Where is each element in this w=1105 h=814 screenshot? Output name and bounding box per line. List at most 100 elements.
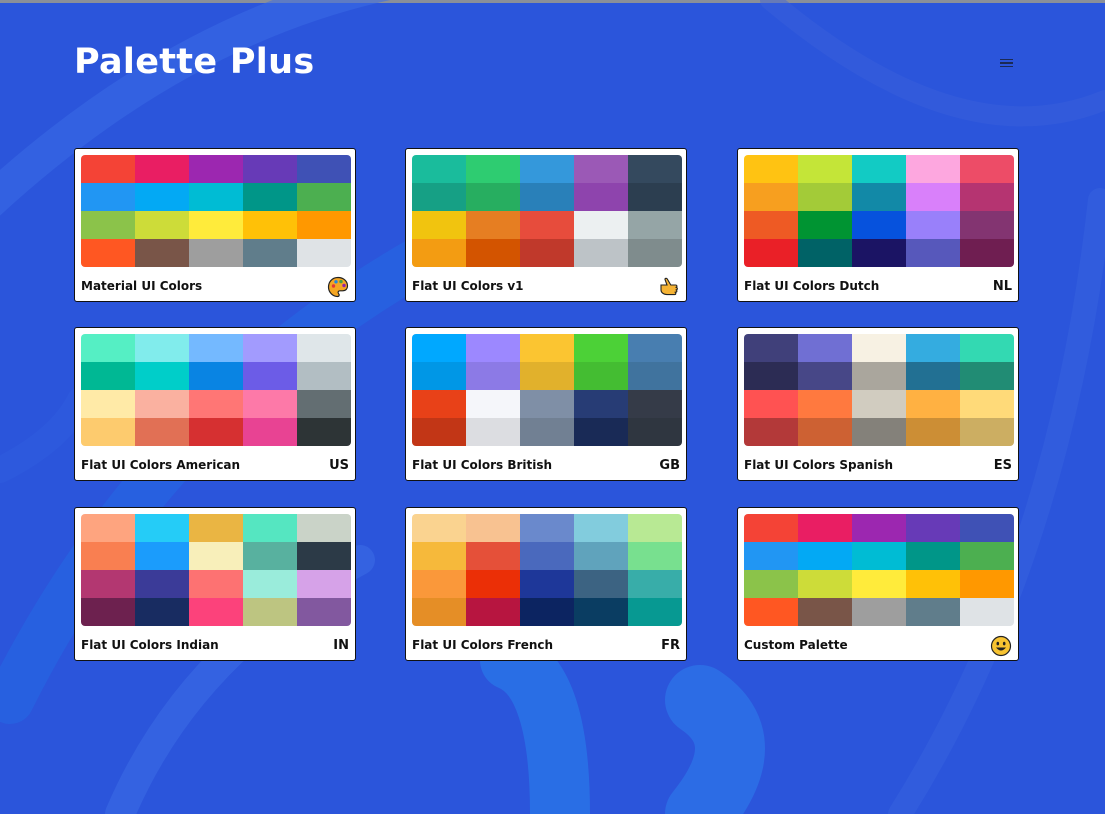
color-swatch: [466, 514, 520, 542]
color-swatch: [852, 390, 906, 418]
color-swatch: [243, 570, 297, 598]
color-swatch: [135, 155, 189, 183]
color-swatch: [906, 570, 960, 598]
color-swatch: [744, 334, 798, 362]
color-swatch: [960, 390, 1014, 418]
color-swatch: [628, 390, 682, 418]
color-swatch: [412, 570, 466, 598]
color-swatch: [466, 570, 520, 598]
color-swatch: [243, 155, 297, 183]
color-swatch: [189, 183, 243, 211]
color-swatch: [81, 418, 135, 446]
color-swatch: [798, 542, 852, 570]
color-swatch: [81, 155, 135, 183]
color-swatch: [906, 542, 960, 570]
color-swatch: [960, 418, 1014, 446]
palette-swatches: [744, 514, 1014, 626]
color-swatch: [574, 183, 628, 211]
palette-swatches: [412, 155, 682, 267]
color-swatch: [243, 514, 297, 542]
color-swatch: [297, 211, 351, 239]
palette-card-custom[interactable]: Custom Palette: [737, 507, 1019, 661]
palette-card-spanish[interactable]: Flat UI Colors Spanish ES: [737, 327, 1019, 481]
country-code-badge: ES: [993, 458, 1012, 473]
color-swatch: [297, 542, 351, 570]
color-swatch: [798, 418, 852, 446]
color-swatch: [520, 514, 574, 542]
color-swatch: [574, 334, 628, 362]
palette-name: Flat UI Colors British: [412, 458, 553, 472]
color-swatch: [297, 334, 351, 362]
color-swatch: [243, 542, 297, 570]
color-swatch: [297, 570, 351, 598]
color-swatch: [744, 183, 798, 211]
palette-card-indian[interactable]: Flat UI Colors Indian IN: [74, 507, 356, 661]
palette-card-british[interactable]: Flat UI Colors British GB: [405, 327, 687, 481]
palette-card-american[interactable]: Flat UI Colors American US: [74, 327, 356, 481]
palette-card-flat-v1[interactable]: Flat UI Colors v1: [405, 148, 687, 302]
color-swatch: [135, 542, 189, 570]
color-swatch: [81, 334, 135, 362]
palette-name: Flat UI Colors Spanish: [744, 458, 894, 472]
color-swatch: [466, 183, 520, 211]
color-swatch: [852, 598, 906, 626]
color-swatch: [466, 211, 520, 239]
color-swatch: [466, 390, 520, 418]
color-swatch: [574, 390, 628, 418]
palette-card-french[interactable]: Flat UI Colors French FR: [405, 507, 687, 661]
color-swatch: [798, 183, 852, 211]
color-swatch: [798, 598, 852, 626]
color-swatch: [412, 183, 466, 211]
color-swatch: [628, 334, 682, 362]
color-swatch: [135, 514, 189, 542]
color-swatch: [906, 211, 960, 239]
color-swatch: [135, 418, 189, 446]
color-swatch: [628, 418, 682, 446]
color-swatch: [574, 211, 628, 239]
country-code-badge: US: [329, 458, 349, 473]
color-swatch: [466, 542, 520, 570]
color-swatch: [960, 155, 1014, 183]
color-swatch: [628, 570, 682, 598]
color-swatch: [852, 239, 906, 267]
color-swatch: [297, 183, 351, 211]
color-swatch: [520, 155, 574, 183]
color-swatch: [243, 418, 297, 446]
color-swatch: [906, 514, 960, 542]
palette-name: Custom Palette: [744, 638, 848, 652]
color-swatch: [81, 211, 135, 239]
palette-card-dutch[interactable]: Flat UI Colors Dutch NL: [737, 148, 1019, 302]
color-swatch: [628, 155, 682, 183]
color-swatch: [960, 598, 1014, 626]
color-swatch: [960, 514, 1014, 542]
color-swatch: [466, 239, 520, 267]
palette-name: Flat UI Colors v1: [412, 279, 524, 293]
color-swatch: [852, 183, 906, 211]
color-swatch: [81, 183, 135, 211]
color-swatch: [520, 390, 574, 418]
palette-name: Flat UI Colors American: [81, 458, 241, 472]
color-swatch: [628, 239, 682, 267]
color-swatch: [906, 155, 960, 183]
color-swatch: [960, 239, 1014, 267]
color-swatch: [189, 334, 243, 362]
color-swatch: [906, 334, 960, 362]
color-swatch: [189, 542, 243, 570]
color-swatch: [243, 598, 297, 626]
color-swatch: [135, 183, 189, 211]
color-swatch: [520, 334, 574, 362]
color-swatch: [189, 570, 243, 598]
color-swatch: [412, 514, 466, 542]
hamburger-menu-icon[interactable]: [995, 55, 1017, 71]
color-swatch: [852, 570, 906, 598]
color-swatch: [798, 239, 852, 267]
palette-card-material[interactable]: Material UI Colors: [74, 148, 356, 302]
palette-swatches: [81, 155, 351, 267]
smiley-icon: [990, 635, 1012, 657]
color-swatch: [412, 334, 466, 362]
color-swatch: [297, 514, 351, 542]
color-swatch: [628, 598, 682, 626]
color-swatch: [243, 334, 297, 362]
palette-name: Flat UI Colors Dutch: [744, 279, 880, 293]
color-swatch: [297, 418, 351, 446]
